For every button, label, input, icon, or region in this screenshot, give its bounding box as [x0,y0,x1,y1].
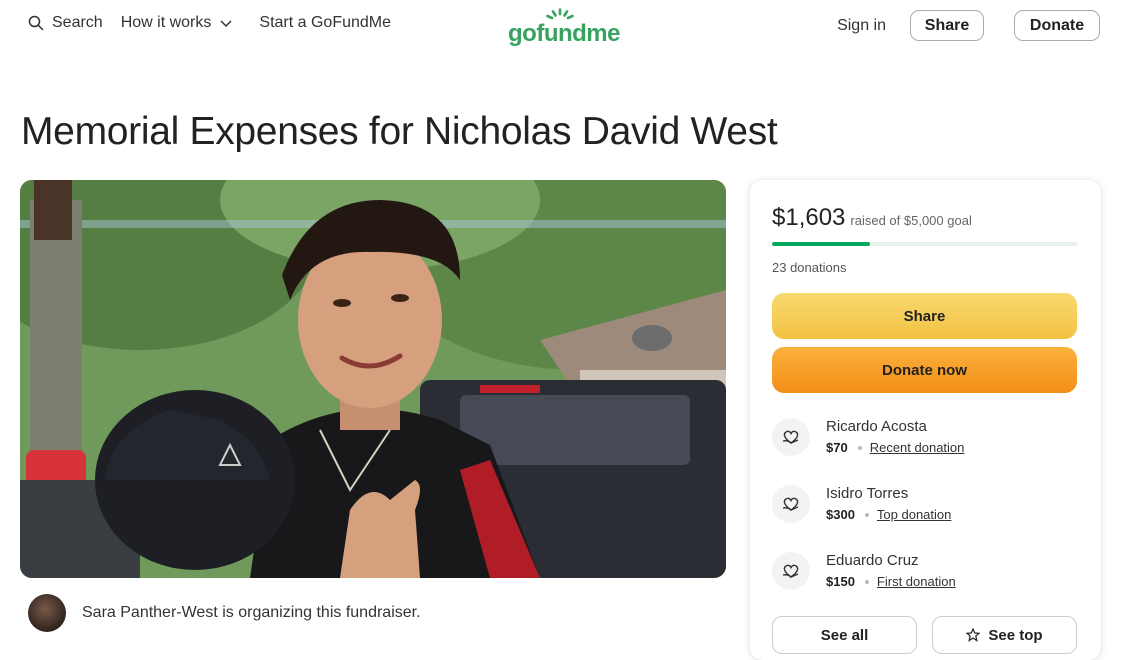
chevron-down-icon [220,20,232,28]
donor-list-actions: See all See top [772,616,1092,654]
organizer-row: Sara Panther-West is organizing this fun… [28,594,421,632]
donations-count: 23 donations [772,260,847,275]
raised-amount: $1,603 [772,204,846,231]
start-gofundme-label: Start a GoFundMe [259,14,392,31]
donor-name: Isidro Torres [826,485,909,502]
donor-tag-link[interactable]: Recent donation [870,440,965,455]
nav-left: Search How it works Start a GoFundMe [28,14,409,32]
donor-name: Ricardo Acosta [826,418,927,435]
donate-now-button[interactable]: Donate now [772,347,1077,393]
campaign-hero-image [20,180,726,578]
search-icon [28,15,44,31]
heart-hand-icon [772,552,810,590]
nav-right: Sign in Share Donate [837,10,1100,41]
see-all-button[interactable]: See all [772,616,917,654]
search-label: Search [52,14,103,31]
search-button[interactable]: Search [28,14,103,32]
donation-card: $1,603 raised of $5,000 goal 23 donation… [750,180,1101,660]
start-gofundme-link[interactable]: Start a GoFundMe [259,14,391,32]
avatar[interactable] [28,594,66,632]
campaign-title: Memorial Expenses for Nicholas David Wes… [21,110,778,153]
heart-hand-icon [772,485,810,523]
logo-text: gofundme [508,20,620,47]
separator-dot [857,445,862,450]
how-it-works-menu[interactable]: How it works [121,14,234,32]
gofundme-logo[interactable]: gofundme [508,8,620,47]
star-icon [966,628,981,642]
organizer-text: Sara Panther-West is organizing this fun… [82,604,421,621]
donor-amount: $300 [826,507,855,522]
hero-photo-illustration [20,180,726,578]
separator-dot [864,579,869,584]
list-item: Eduardo Cruz $150 First donation [772,550,1077,617]
donor-amount: $70 [826,440,848,455]
see-top-button[interactable]: See top [932,616,1077,654]
heart-hand-icon [772,418,810,456]
donor-tag-link[interactable]: Top donation [877,507,951,522]
donor-tag-link[interactable]: First donation [877,574,956,589]
donor-amount: $150 [826,574,855,589]
donor-name: Eduardo Cruz [826,552,919,569]
sign-in-link[interactable]: Sign in [837,17,886,35]
separator-dot [864,512,869,517]
how-it-works-label: How it works [120,14,212,31]
list-item: Isidro Torres $300 Top donation [772,483,1077,550]
recent-donors-list: Ricardo Acosta $70 Recent donation Isidr… [772,416,1077,617]
header-donate-button[interactable]: Donate [1014,10,1100,41]
header-share-button[interactable]: Share [910,10,984,41]
progress-bar [772,242,1077,246]
list-item: Ricardo Acosta $70 Recent donation [772,416,1077,483]
top-nav: Search How it works Start a GoFundMe gof… [0,0,1140,52]
progress-bar-fill [772,242,870,246]
goal-text: raised of $5,000 goal [850,213,972,228]
raised-summary: $1,603 raised of $5,000 goal [772,204,972,232]
share-button[interactable]: Share [772,293,1077,339]
